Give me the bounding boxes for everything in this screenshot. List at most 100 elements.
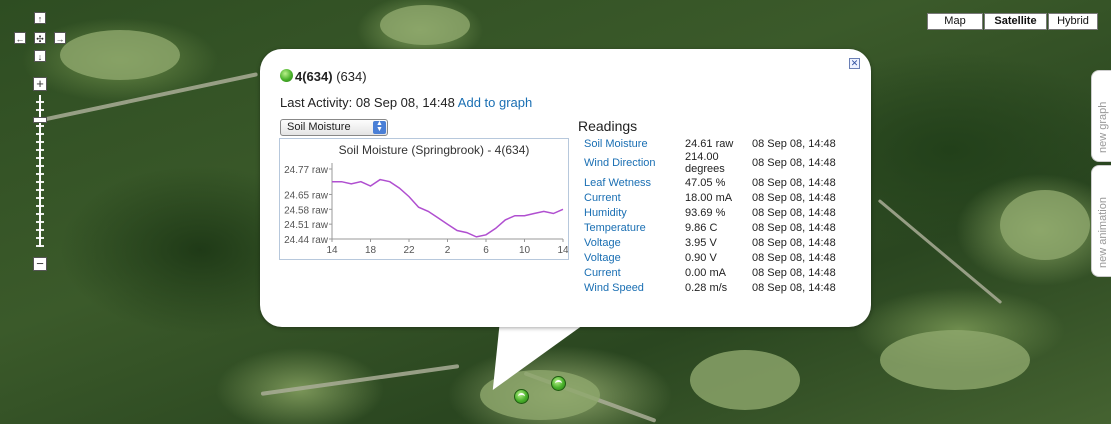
zoom-tick [36,109,44,111]
reading-time: 08 Sep 08, 14:48 [752,137,836,150]
reading-row: Soil Moisture 24.61 raw 08 Sep 08, 14:48 [581,136,839,151]
close-icon[interactable]: ✕ [849,58,860,69]
map-road [41,72,259,122]
pan-left-button[interactable]: ← [14,32,26,44]
chart-series-line [332,178,564,238]
pan-right-button[interactable]: → [54,32,66,44]
reading-time: 08 Sep 08, 14:48 [752,251,836,264]
reading-name-link[interactable]: Temperature [581,220,682,235]
zoom-tick [36,173,44,175]
reading-row: Current 18.00 mA 08 Sep 08, 14:48 [581,190,839,205]
chart-x-tick-label: 14 [557,245,568,256]
zoom-tick [36,229,44,231]
add-to-graph-link[interactable]: Add to graph [458,95,532,110]
chart-y-tick-label: 24.58 raw [284,205,329,216]
reading-time: 08 Sep 08, 14:48 [752,221,836,234]
reading-name-link[interactable]: Leaf Wetness [581,175,682,190]
zoom-in-button[interactable]: + [33,77,47,91]
reading-value: 47.05 % [685,176,726,189]
reading-value: 3.95 V [685,236,717,249]
zoom-tick [36,221,44,223]
reading-value: 24.61 raw [685,137,734,150]
chart-x-tick-label: 14 [326,245,338,256]
zoom-slider-thumb[interactable] [33,117,47,123]
map-clearing [60,30,180,80]
pan-down-button[interactable]: ↓ [34,50,46,62]
reading-name-link[interactable]: Wind Speed [581,280,682,295]
chart-x-tick-label: 6 [483,245,489,256]
sensor-select-value: Soil Moisture [287,121,351,133]
zoom-out-button[interactable]: − [33,257,47,271]
map-clearing [1000,190,1090,260]
reading-time: 08 Sep 08, 14:48 [752,206,836,219]
map-clearing [880,330,1030,390]
reading-row: Humidity 93.69 % 08 Sep 08, 14:48 [581,205,839,220]
readings-table: Soil Moisture 24.61 raw 08 Sep 08, 14:48 Wi… [581,136,839,295]
sensor-select[interactable]: Soil Moisture ▲ ▼ [280,119,388,136]
wifi-node-icon [280,69,293,82]
zoom-slider-track[interactable] [33,95,47,247]
reading-time: 08 Sep 08, 14:48 [752,281,836,294]
sensor-node-marker[interactable] [514,389,529,404]
reading-value: 214.00 degrees [685,151,725,175]
new-graph-tab[interactable]: new graph [1091,70,1111,162]
last-activity: Last Activity: 08 Sep 08, 14:48 Add to g… [280,95,532,110]
map-clearing [380,5,470,45]
reading-name-link[interactable]: Wind Direction [581,151,682,175]
new-animation-tab-label: new animation [1097,197,1109,268]
reading-name-link[interactable]: Soil Moisture [581,136,682,151]
reading-name-link[interactable]: Humidity [581,205,682,220]
node-title: 4(634) (634) [280,69,367,84]
reading-row: Temperature 9.86 C 08 Sep 08, 14:48 [581,220,839,235]
new-animation-tab[interactable]: new animation [1091,165,1111,277]
chart-x-tick-label: 10 [519,245,531,256]
zoom-tick [36,125,44,127]
chart-y-tick-label: 24.51 raw [284,220,329,231]
chart-y-tick-label: 24.65 raw [284,190,329,201]
info-window: ✕ 4(634) (634) Last Activity: 08 Sep 08,… [260,49,871,327]
map-type-satellite-button[interactable]: Satellite [984,13,1047,30]
chart-title: Soil Moisture (Springbrook) - 4(634) [339,143,530,157]
map-type-hybrid-button[interactable]: Hybrid [1048,13,1098,30]
zoom-tick [36,245,44,247]
reading-row: Voltage 0.90 V 08 Sep 08, 14:48 [581,250,839,265]
zoom-tick [36,205,44,207]
reading-row: Wind Direction 214.00 degrees 08 Sep 08, 1… [581,151,839,175]
reading-time: 08 Sep 08, 14:48 [752,236,836,249]
reading-value: 0.90 V [685,251,717,264]
reading-row: Leaf Wetness 47.05 % 08 Sep 08, 14:48 [581,175,839,190]
zoom-control: + − [33,77,49,273]
map-clearing [690,350,800,410]
zoom-tick [36,101,44,103]
sensor-chart-svg: Soil Moisture (Springbrook) - 4(634) 24.7… [284,143,569,256]
last-activity-text: Last Activity: 08 Sep 08, 14:48 [280,95,455,110]
pan-center-button[interactable]: ✣ [34,32,46,44]
reading-name-link[interactable]: Current [581,190,682,205]
reading-value: 9.86 C [685,221,718,234]
chart-x-tick-label: 2 [445,245,451,256]
reading-time: 08 Sep 08, 14:48 [752,191,836,204]
reading-name-link[interactable]: Voltage [581,235,682,250]
reading-row: Voltage 3.95 V 08 Sep 08, 14:48 [581,235,839,250]
chart-x-tick-label: 18 [365,245,377,256]
readings-title: Readings [578,118,638,134]
chart-y-tick-label: 24.77 raw [284,165,329,176]
reading-name-link[interactable]: Current [581,265,682,280]
zoom-tick [36,149,44,151]
pan-up-button[interactable]: ↑ [34,12,46,24]
reading-name-link[interactable]: Voltage [581,250,682,265]
zoom-tick [36,165,44,167]
reading-value: 0.00 mA [685,266,726,279]
node-id: (634) [336,69,367,84]
sensor-chart: Soil Moisture (Springbrook) - 4(634) 24.7… [279,138,569,260]
chart-x-tick-label: 22 [403,245,415,256]
chart-y-tick-label: 24.44 raw [284,235,329,246]
reading-time: 08 Sep 08, 14:48 [752,266,836,279]
zoom-tick [36,133,44,135]
reading-row: Wind Speed 0.28 m/s 08 Sep 08, 14:48 [581,280,839,295]
reading-value: 0.28 m/s [685,281,728,294]
reading-time: 08 Sep 08, 14:48 [752,157,836,169]
node-name: 4(634) [295,69,333,84]
map-type-map-button[interactable]: Map [927,13,983,30]
zoom-tick [36,181,44,183]
